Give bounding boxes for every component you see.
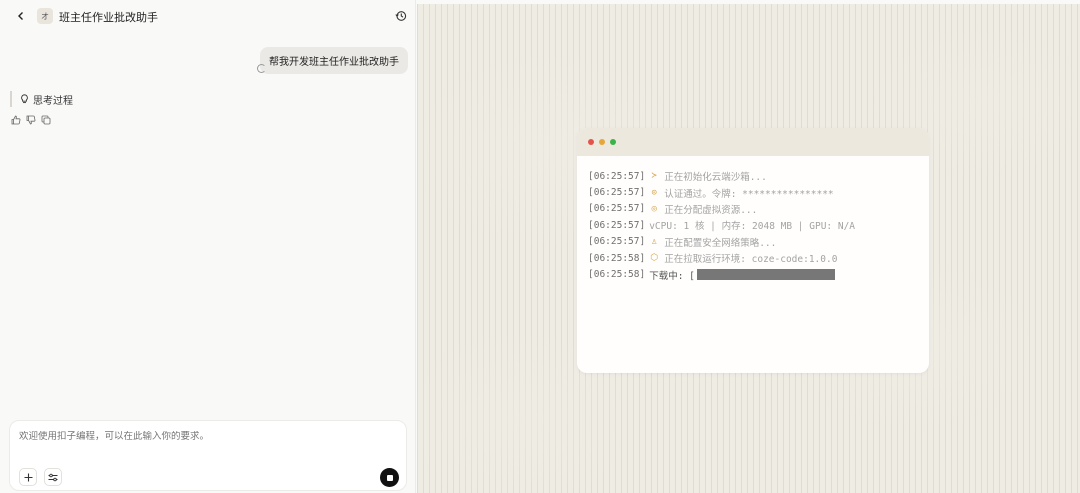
thumbs-down-icon [26, 115, 35, 124]
chat-header: オ 班主任作业批改助手 [0, 0, 416, 32]
loading-spinner-icon [257, 64, 266, 73]
log-line: [06:25:57] ♙ 正在配置安全网络策略... [588, 234, 918, 250]
chevron-left-icon [18, 12, 23, 20]
download-progress-line: [06:25:58] 下载中: [ [588, 266, 918, 282]
thinking-process-toggle[interactable]: 思考过程 [10, 91, 73, 107]
log-timestamp: [06:25:57] [588, 170, 646, 182]
thumbs-up-button[interactable] [10, 114, 21, 125]
terminal-log: [06:25:57] ≻ 正在初始化云端沙箱... [06:25:57] ⊙ 认证通过。令… [577, 156, 929, 295]
user-message-bubble: 帮我开发班主任作业批改助手 [260, 47, 408, 74]
preview-panel: [06:25:57] ≻ 正在初始化云端沙箱... [06:25:57] ⊙ 认证通过。令… [417, 4, 1080, 493]
prompt-icon: ≻ [651, 171, 657, 182]
package-icon: ⬡ [650, 253, 659, 264]
copy-button[interactable] [40, 114, 51, 125]
copy-icon [41, 115, 50, 124]
log-message: vCPU: 1 核 | 内存: 2048 MB | GPU: N/A [649, 221, 856, 233]
log-message: 正在初始化云端沙箱... [664, 172, 767, 184]
thumbs-up-icon [11, 115, 20, 124]
log-timestamp: [06:25:57] [588, 187, 646, 199]
app-avatar: オ [37, 8, 53, 24]
log-message: 正在分配虚拟资源... [664, 204, 758, 216]
log-line: [06:25:57] ◎ 正在分配虚拟资源... [588, 201, 918, 217]
download-label: 下载中: [ [649, 270, 695, 282]
lightbulb-icon [21, 94, 28, 104]
log-timestamp: [06:25:58] [588, 269, 646, 281]
log-line: [06:25:57] ≻ 正在初始化云端沙箱... [588, 168, 918, 184]
chat-panel: オ 班主任作业批改助手 帮我开发班主任作业批改助手 思考过程 [0, 0, 416, 493]
sliders-icon [48, 473, 58, 481]
log-timestamp: [06:25:57] [588, 203, 646, 215]
history-button[interactable] [393, 8, 409, 24]
settings-button[interactable] [44, 468, 62, 486]
download-progress-bar [696, 269, 835, 281]
plus-icon [24, 473, 32, 481]
log-timestamp: [06:25:58] [588, 252, 646, 264]
message-feedback [10, 114, 51, 125]
log-line: [06:25:57] ⊙ 认证通过。令牌: **************** [588, 184, 918, 200]
history-icon [395, 11, 407, 21]
maximize-dot-icon [610, 139, 616, 145]
log-line: [06:25:58] ⬡ 正在拉取运行环境: coze-code:1.0.0 [588, 250, 918, 266]
page-title: 班主任作业批改助手 [59, 11, 158, 24]
log-timestamp: [06:25:57] [588, 236, 646, 248]
log-line: [06:25:57] vCPU: 1 核 | 内存: 2048 MB | GPU:… [588, 217, 918, 233]
cpu-icon: ◎ [651, 203, 657, 214]
thumbs-down-button[interactable] [25, 114, 36, 125]
app-avatar-text: オ [41, 11, 49, 21]
network-icon: ♙ [651, 236, 657, 247]
log-message: 正在拉取运行环境: coze-code:1.0.0 [664, 254, 838, 266]
minimize-dot-icon [599, 139, 605, 145]
log-message: 正在配置安全网络策略... [664, 237, 777, 249]
progress-track [696, 269, 835, 281]
thinking-label: 思考过程 [33, 95, 73, 107]
stop-icon [386, 474, 393, 481]
key-icon: ⊙ [651, 187, 657, 198]
terminal-titlebar [577, 128, 929, 156]
add-attachment-button[interactable] [19, 468, 37, 486]
log-timestamp: [06:25:57] [588, 219, 646, 231]
chat-input-box [9, 420, 407, 491]
close-dot-icon [588, 139, 594, 145]
terminal-window: [06:25:57] ≻ 正在初始化云端沙箱... [06:25:57] ⊙ 认证通过。令… [577, 128, 929, 373]
stop-generation-button[interactable] [380, 468, 399, 487]
back-button[interactable] [13, 8, 29, 24]
progress-fill [696, 269, 835, 281]
log-message: 认证通过。令牌: **************** [664, 188, 834, 200]
chat-input[interactable] [19, 431, 389, 442]
